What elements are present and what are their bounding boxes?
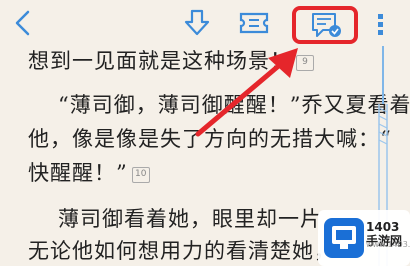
text-line: “薄司御，薄司御醒醒！”乔又夏看着: [58, 93, 410, 117]
more-icon: [378, 14, 383, 35]
text-line: 薄司御看着她，眼里却一片: [58, 207, 322, 231]
site-watermark: 1403手游网 www.1403.com: [318, 210, 410, 266]
text-line: 无论他如何想用力的看清楚她，: [28, 239, 336, 263]
text-line: 想到一见面就是这种场景！ 9: [28, 48, 314, 74]
ticket-icon: [239, 12, 269, 34]
comment-icon: [312, 13, 341, 37]
ticket-button[interactable]: [236, 8, 272, 38]
download-icon: [184, 9, 210, 36]
text-line: 他，像是像是失了方向的无措大喊：“: [28, 127, 392, 151]
reader-toolbar: [0, 0, 410, 48]
comment-button[interactable]: [292, 6, 358, 44]
site-logo-icon: [324, 218, 364, 258]
site-url: www.1403.com: [366, 240, 410, 249]
back-icon: [15, 10, 30, 36]
download-button[interactable]: [180, 6, 214, 40]
footnote-badge[interactable]: 10: [131, 166, 150, 183]
back-button[interactable]: [8, 8, 38, 38]
more-menu-button[interactable]: [374, 10, 388, 38]
footnote-badge[interactable]: 9: [296, 54, 314, 71]
text-line: 快醒醒！” 10: [28, 160, 150, 186]
